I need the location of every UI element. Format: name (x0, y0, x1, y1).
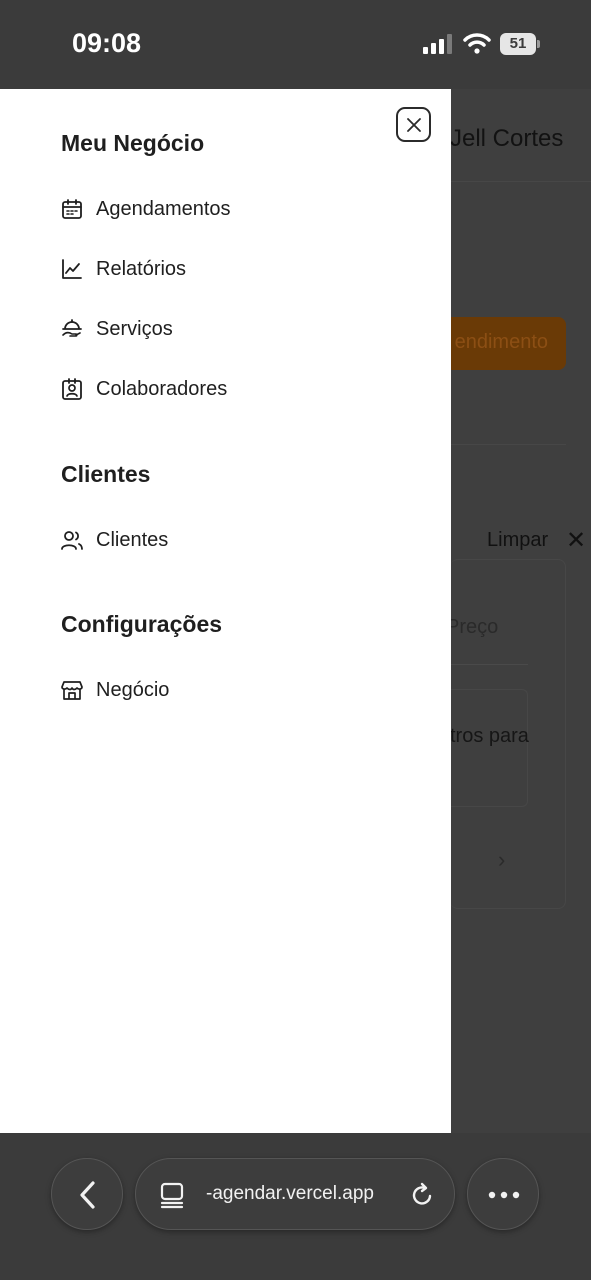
user-name: Jell Cortes (450, 125, 564, 152)
nav-item-colaboradores[interactable]: Colaboradores (60, 372, 227, 406)
close-drawer-button[interactable] (396, 107, 431, 142)
chart-line-icon (62, 259, 82, 279)
new-appointment-label: endimento (454, 331, 548, 353)
nav-label-relatorios: Relatórios (96, 257, 187, 280)
empty-state-box (440, 689, 528, 807)
nav-item-agendamentos[interactable]: Agendamentos (60, 192, 231, 226)
nav-label-agendamentos: Agendamentos (96, 197, 231, 220)
card-divider (440, 444, 566, 445)
header-divider (450, 181, 591, 182)
battery-icon: 51 (500, 33, 540, 55)
price-input-underline (440, 664, 528, 665)
chevron-left-icon (80, 1181, 95, 1209)
status-time: 09:08 (72, 28, 142, 58)
nav-label-servicos: Serviços (96, 317, 173, 340)
tabs-icon (160, 1182, 184, 1209)
battery-tip (537, 40, 540, 48)
wifi-icon (463, 33, 491, 54)
nav-item-clientes[interactable]: Clientes (60, 523, 168, 557)
nav-label-negocio: Negócio (96, 678, 170, 701)
section-title-configuracoes: Configurações (61, 611, 223, 637)
users-icon (61, 531, 83, 550)
nav-item-negocio[interactable]: Negócio (60, 673, 169, 707)
nav-item-relatorios[interactable]: Relatórios (60, 252, 186, 286)
address-bar[interactable]: -agendar.vercel.app (135, 1158, 455, 1230)
section-title-clientes: Clientes (61, 461, 151, 487)
chevron-right-icon: › (498, 847, 506, 872)
status-bar: 09:08 51 (0, 0, 591, 89)
service-hand-icon (62, 319, 82, 337)
clear-filters-label: Limpar (487, 529, 549, 551)
price-placeholder: Preço (446, 616, 499, 638)
url-text: -agendar.vercel.app (206, 1183, 374, 1204)
browser-toolbar: -agendar.vercel.app (0, 1133, 591, 1280)
more-icon (488, 1191, 520, 1199)
close-icon (407, 118, 421, 132)
reload-icon[interactable] (408, 1181, 436, 1209)
browser-back-button[interactable] (51, 1158, 123, 1230)
empty-state-text: tros para (450, 725, 529, 747)
section-title-meu-negocio: Meu Negócio (61, 130, 205, 156)
badge-user-icon (62, 378, 82, 400)
nav-label-clientes: Clientes (96, 528, 169, 551)
battery-level: 51 (500, 33, 536, 55)
nav-label-colaboradores: Colaboradores (96, 377, 228, 400)
cellular-signal-icon (423, 34, 452, 54)
navigation-drawer: Meu Negócio Agendamentos Relatórios Serv… (0, 89, 451, 1133)
nav-item-servicos[interactable]: Serviços (60, 312, 173, 346)
calendar-icon (62, 199, 82, 219)
store-icon (61, 681, 83, 700)
browser-more-button[interactable] (467, 1158, 539, 1230)
clear-filters-icon: ✕ (566, 527, 587, 554)
